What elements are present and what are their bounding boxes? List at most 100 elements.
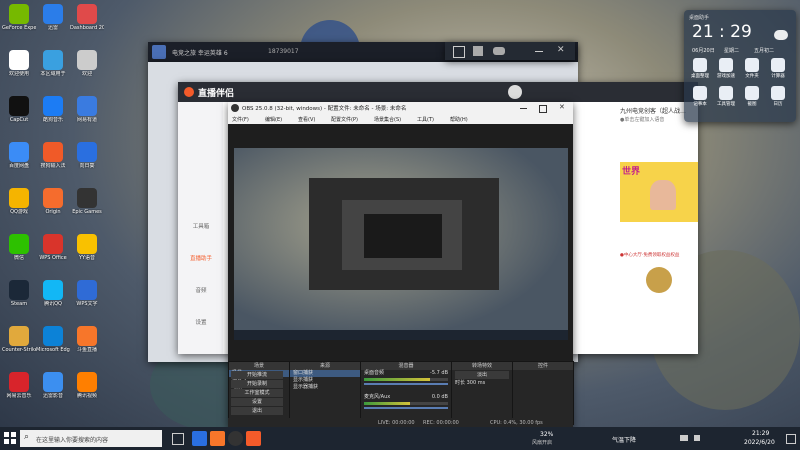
desktop-icon[interactable]: 斗鱼直播 [70, 326, 104, 353]
obs-menu-item[interactable]: 编辑(E) [265, 116, 282, 123]
desktop-icon-label: 酷狗音乐 [42, 117, 63, 123]
desktop-icon-label: YY语音 [78, 255, 96, 261]
desktop-icon[interactable]: 迅雷影音 [36, 372, 70, 399]
home-icon[interactable] [453, 46, 465, 58]
desktop-icon[interactable]: 腾讯QQ [36, 280, 70, 307]
desktop-icon[interactable]: 酷狗音乐 [36, 96, 70, 123]
shortcut-label: 桌面整理 [691, 74, 709, 79]
companion-side-item[interactable]: 工具箱 [181, 222, 221, 254]
widget-shortcut-button[interactable]: 截图 [740, 86, 764, 107]
volume-slider[interactable] [364, 383, 448, 385]
obs-preview [234, 148, 568, 340]
task-view-icon[interactable] [172, 433, 184, 445]
desktop-icon[interactable]: 微信 [2, 234, 36, 261]
search-box[interactable]: ⌕ 在这里输入你要搜索的内容 [20, 430, 162, 447]
minimize-icon[interactable] [535, 51, 543, 52]
widget-title: 桌面助手 [689, 15, 710, 21]
desktop-icon[interactable]: 迅雷 [36, 4, 70, 31]
app-icon [9, 4, 29, 24]
obs-close-icon[interactable]: ✕ [559, 103, 565, 111]
desktop-icon-label: Dashboard 2020 [70, 25, 104, 31]
search-placeholder: 在这里输入你要搜索的内容 [36, 437, 109, 444]
widget-shortcut-button[interactable]: 记事本 [688, 86, 712, 107]
obs-menu-item[interactable]: 帮助(H) [450, 116, 468, 123]
widget-shortcut-button[interactable]: 游戏加速 [714, 58, 738, 79]
grid-icon[interactable] [473, 46, 483, 56]
widget-shortcut-button[interactable]: 计算器 [766, 58, 790, 79]
obs-window: OBS 25.0.8 (32-bit, windows) - 配置文件: 未命名… [228, 102, 574, 428]
desktop-icon[interactable]: 百度网盘 [2, 142, 36, 169]
desktop-icon[interactable]: 欢迎使用 [2, 50, 36, 77]
volume-slider[interactable] [364, 407, 448, 409]
desktop-icon[interactable]: GeForce Experience [2, 4, 36, 31]
obs-menu-item[interactable]: 文件(F) [232, 116, 249, 123]
obs-menu-item[interactable]: 场景集合(S) [374, 116, 401, 123]
desktop-icon[interactable]: WPS文字 [70, 280, 104, 307]
source-item[interactable]: 显示捕获 [290, 377, 360, 384]
close-icon[interactable]: ✕ [557, 45, 565, 55]
desktop-icon[interactable]: Origin [36, 188, 70, 215]
taskbar-app-icon[interactable] [210, 431, 225, 446]
obs-control-button[interactable]: 开始推流 [231, 371, 283, 379]
app-icon [9, 188, 29, 208]
desktop-icon[interactable]: 向日葵 [70, 142, 104, 169]
desktop-icon[interactable]: YY语音 [70, 234, 104, 261]
network-icon[interactable] [680, 435, 688, 441]
desktop-icon[interactable]: Steam [2, 280, 36, 307]
gamepad-icon[interactable] [493, 47, 505, 55]
clock-time[interactable]: 21:29 [752, 430, 769, 437]
mixer-level-meter [364, 402, 448, 405]
taskbar: ⌕ 在这里输入你要搜索的内容 32% 风扇开启 气温下降 21:29 2022/… [0, 427, 800, 450]
taskbar-app-icon[interactable] [246, 431, 261, 446]
weather-status[interactable]: 气温下降 [612, 435, 636, 444]
widget-shortcut-button[interactable]: 桌面整理 [688, 58, 712, 79]
obs-control-button[interactable]: 开始录制 [231, 380, 283, 388]
desktop-icon[interactable]: 欢迎 [70, 50, 104, 77]
obs-control-button[interactable]: 设置 [231, 398, 283, 406]
widget-shortcut-button[interactable]: 日历 [766, 86, 790, 107]
mixer-channel-db: -5.7 dB [430, 370, 448, 376]
desktop-icon[interactable]: WPS Office [36, 234, 70, 261]
companion-side-item[interactable]: 直播助手 [181, 254, 221, 286]
desktop-icon-label: 迅雷影音 [42, 393, 63, 399]
shortcut-label: 工具管理 [717, 102, 735, 107]
duration-row: 时长 300 ms [452, 380, 512, 387]
obs-minimize-icon[interactable] [520, 108, 527, 109]
taskbar-obs-icon[interactable] [228, 431, 243, 446]
obs-menu-item[interactable]: 查看(V) [298, 116, 315, 123]
avatar[interactable] [508, 85, 522, 99]
obs-maximize-icon[interactable] [539, 105, 547, 113]
battery-percent: 32% [540, 431, 554, 438]
obs-control-button[interactable]: 工作室模式 [231, 389, 283, 397]
companion-side-item[interactable]: 音频 [181, 286, 221, 318]
desktop-icon[interactable]: Microsoft Edge [36, 326, 70, 353]
widget-shortcut-button[interactable]: 文件夹 [740, 58, 764, 79]
duration-value[interactable]: 300 ms [467, 380, 486, 386]
desktop-icon[interactable]: Epic Games [70, 188, 104, 215]
source-item[interactable]: 显示器捕获 [290, 384, 360, 391]
clock-date[interactable]: 2022/6/20 [744, 439, 775, 446]
start-icon[interactable] [4, 432, 16, 444]
app-icon [77, 142, 97, 162]
taskbar-app-icon[interactable] [192, 431, 207, 446]
obs-menu-item[interactable]: 配置文件(P) [331, 116, 358, 123]
desktop-icon[interactable]: 搜狗输入法 [36, 142, 70, 169]
obs-menu-item[interactable]: 工具(T) [417, 116, 434, 123]
desktop-icon[interactable]: QQ游戏 [2, 188, 36, 215]
desktop-icon[interactable]: Counter-Strike Global [2, 326, 36, 353]
app-icon [77, 280, 97, 300]
desktop-icon[interactable]: 本区域用于 [36, 50, 70, 77]
desktop-icon[interactable]: 网易有道 [70, 96, 104, 123]
desktop-icon[interactable]: 网易云音乐 [2, 372, 36, 399]
notification-icon[interactable] [786, 434, 796, 444]
transition-select[interactable]: 淡出 [455, 371, 509, 379]
app-icon [43, 280, 63, 300]
desktop-icon[interactable]: 腾讯视频 [70, 372, 104, 399]
companion-side-item[interactable]: 设置 [181, 318, 221, 350]
volume-icon[interactable] [694, 435, 700, 441]
desktop-icon[interactable]: CapCut [2, 96, 36, 123]
source-item[interactable]: 窗口捕获 [290, 370, 360, 377]
obs-control-button[interactable]: 退出 [231, 407, 283, 415]
desktop-icon[interactable]: Dashboard 2020 [70, 4, 104, 31]
widget-shortcut-button[interactable]: 工具管理 [714, 86, 738, 107]
